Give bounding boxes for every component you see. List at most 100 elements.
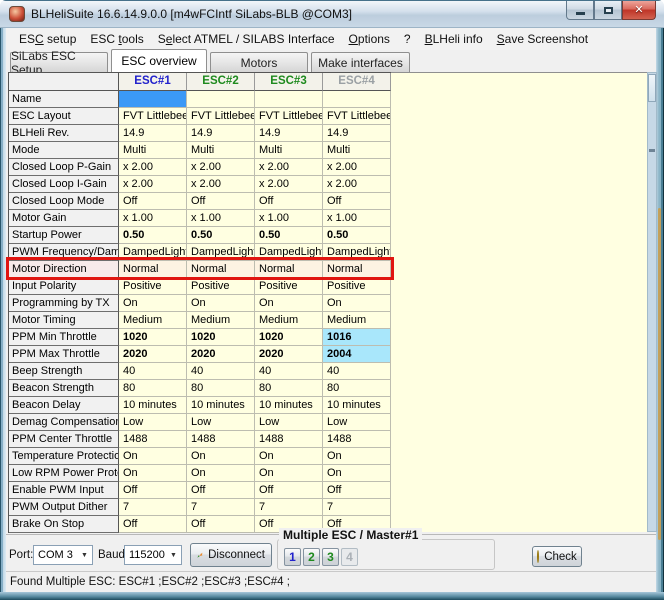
vertical-scrollbar[interactable] (647, 72, 657, 532)
table-cell[interactable]: x 2.00 (119, 159, 187, 176)
table-cell[interactable]: Low (187, 414, 255, 431)
table-cell[interactable]: 1020 (255, 329, 323, 346)
table-cell[interactable]: Off (255, 482, 323, 499)
table-cell[interactable]: 14.9 (323, 125, 391, 142)
table-cell[interactable]: Positive (187, 278, 255, 295)
table-cell[interactable]: Low (323, 414, 391, 431)
table-cell[interactable]: Normal (119, 261, 187, 278)
table-cell[interactable]: On (119, 448, 187, 465)
table-cell[interactable]: 7 (323, 499, 391, 516)
table-cell[interactable] (119, 91, 187, 108)
table-cell[interactable]: DampedLight (119, 244, 187, 261)
table-cell[interactable]: Positive (255, 278, 323, 295)
table-cell[interactable]: 0.50 (187, 227, 255, 244)
table-cell[interactable]: DampedLight (255, 244, 323, 261)
menu-item-esc-tools[interactable]: ESC tools (83, 29, 150, 49)
table-cell[interactable]: Positive (119, 278, 187, 295)
table-cell[interactable]: Off (187, 516, 255, 533)
table-cell[interactable]: Medium (187, 312, 255, 329)
table-cell[interactable]: Off (119, 193, 187, 210)
table-cell[interactable]: Normal (187, 261, 255, 278)
menu-item-esc-setup[interactable]: ESC setup (12, 29, 83, 49)
port-select[interactable]: COM 3 ▼ (33, 545, 93, 565)
table-cell[interactable]: 14.9 (255, 125, 323, 142)
table-cell[interactable]: Multi (255, 142, 323, 159)
table-cell[interactable]: FVT Littlebee 30. (323, 108, 391, 125)
table-cell[interactable]: Off (323, 482, 391, 499)
esc-select-button-2[interactable]: 2 (303, 548, 320, 566)
menu-item-options[interactable]: Options (342, 29, 397, 49)
table-cell[interactable]: DampedLight (323, 244, 391, 261)
menu-item-save-screenshot[interactable]: Save Screenshot (490, 29, 595, 49)
table-cell[interactable]: On (323, 295, 391, 312)
table-cell[interactable]: 40 (323, 363, 391, 380)
table-cell[interactable]: 80 (119, 380, 187, 397)
table-cell[interactable]: 2020 (255, 346, 323, 363)
table-cell[interactable]: Off (187, 482, 255, 499)
table-cell[interactable]: 1488 (255, 431, 323, 448)
table-cell[interactable]: 2020 (119, 346, 187, 363)
table-cell[interactable]: x 1.00 (323, 210, 391, 227)
table-cell[interactable]: 7 (187, 499, 255, 516)
table-cell[interactable]: 7 (119, 499, 187, 516)
close-button[interactable]: ✕ (622, 1, 656, 20)
maximize-button[interactable] (594, 1, 622, 20)
table-cell[interactable]: 10 minutes (119, 397, 187, 414)
table-cell[interactable]: x 2.00 (187, 159, 255, 176)
table-cell[interactable]: 0.50 (255, 227, 323, 244)
table-cell[interactable]: Off (119, 516, 187, 533)
table-cell[interactable]: x 2.00 (187, 176, 255, 193)
table-cell[interactable]: On (323, 465, 391, 482)
table-cell[interactable]: Off (187, 193, 255, 210)
table-cell[interactable]: 2004 (323, 346, 391, 363)
minimize-button[interactable] (566, 1, 594, 20)
table-cell[interactable]: Off (323, 193, 391, 210)
table-cell[interactable]: On (187, 465, 255, 482)
table-cell[interactable]: On (323, 448, 391, 465)
table-cell[interactable]: 40 (187, 363, 255, 380)
table-cell[interactable]: 40 (255, 363, 323, 380)
table-cell[interactable]: Normal (323, 261, 391, 278)
scrollbar-thumb[interactable] (648, 74, 656, 102)
table-cell[interactable]: Multi (119, 142, 187, 159)
table-cell[interactable]: 1020 (119, 329, 187, 346)
esc-select-button-3[interactable]: 3 (322, 548, 339, 566)
table-cell[interactable]: Multi (323, 142, 391, 159)
table-cell[interactable]: 2020 (187, 346, 255, 363)
table-cell[interactable]: 10 minutes (323, 397, 391, 414)
table-cell[interactable]: 7 (255, 499, 323, 516)
table-cell[interactable]: On (187, 295, 255, 312)
table-cell[interactable]: Medium (323, 312, 391, 329)
table-cell[interactable]: Low (119, 414, 187, 431)
table-cell[interactable]: 1016 (323, 329, 391, 346)
table-cell[interactable]: 1488 (187, 431, 255, 448)
table-cell[interactable]: x 2.00 (255, 159, 323, 176)
baud-select[interactable]: 115200 ▼ (124, 545, 182, 565)
table-cell[interactable]: Medium (119, 312, 187, 329)
table-cell[interactable]: x 1.00 (255, 210, 323, 227)
menu-item-blheli-info[interactable]: BLHeli info (418, 29, 490, 49)
tab-esc-overview[interactable]: ESC overview (111, 49, 207, 72)
table-cell[interactable]: 10 minutes (187, 397, 255, 414)
menu-item-select-atmel-silabs-interface[interactable]: Select ATMEL / SILABS Interface (151, 29, 342, 49)
esc-select-button-1[interactable]: 1 (284, 548, 301, 566)
disconnect-button[interactable]: Disconnect (190, 543, 272, 567)
table-cell[interactable] (323, 91, 391, 108)
table-cell[interactable]: x 2.00 (323, 159, 391, 176)
table-cell[interactable]: Multi (187, 142, 255, 159)
table-cell[interactable] (255, 91, 323, 108)
table-cell[interactable]: 40 (119, 363, 187, 380)
table-cell[interactable]: DampedLight (187, 244, 255, 261)
table-cell[interactable]: Low (255, 414, 323, 431)
table-cell[interactable]: 14.9 (119, 125, 187, 142)
table-cell[interactable]: Normal (255, 261, 323, 278)
esc-select-button-4[interactable]: 4 (341, 548, 358, 566)
table-cell[interactable]: On (255, 448, 323, 465)
table-cell[interactable]: FVT Littlebee 30. (255, 108, 323, 125)
table-cell[interactable] (187, 91, 255, 108)
table-cell[interactable]: x 2.00 (255, 176, 323, 193)
table-cell[interactable]: Off (255, 193, 323, 210)
table-cell[interactable]: FVT Littlebee 30. (119, 108, 187, 125)
table-cell[interactable]: On (255, 295, 323, 312)
table-cell[interactable]: On (187, 448, 255, 465)
